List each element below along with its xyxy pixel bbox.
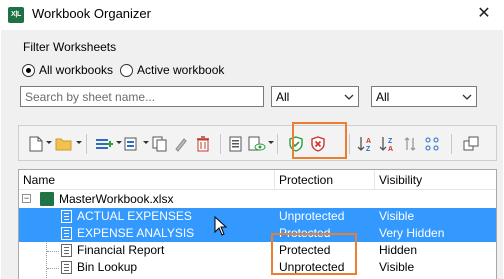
rename-icon[interactable]	[170, 126, 192, 162]
column-header-visibility[interactable]: Visibility	[375, 170, 422, 190]
column-header-name[interactable]: Name	[19, 170, 55, 190]
svg-text:A: A	[388, 146, 393, 153]
protection-tools-highlight	[292, 122, 347, 159]
chevron-down-icon	[462, 94, 472, 100]
delete-icon[interactable]	[192, 126, 214, 162]
window-title: Workbook Organizer	[32, 6, 151, 21]
select-value: All	[276, 89, 290, 104]
radio-label: Active workbook	[137, 63, 225, 77]
svg-text:A: A	[366, 138, 371, 145]
radio-indicator[interactable]	[22, 63, 35, 77]
sheet-visibility: Visible	[379, 209, 415, 223]
workbook-icon	[40, 192, 54, 206]
toolbar-separator	[277, 134, 278, 154]
new-sheet-dropdown[interactable]	[46, 141, 52, 144]
worksheet-icon	[61, 244, 72, 257]
shuffle-icon[interactable]	[421, 126, 443, 162]
sort-za-icon[interactable]: ZA	[377, 126, 399, 162]
switch-window-icon[interactable]	[460, 126, 482, 162]
workbook-row[interactable]: − MasterWorkbook.xlsx	[19, 191, 496, 208]
window-client: Filter Worksheets All workbooks Active w…	[1, 30, 503, 279]
table-row[interactable]: Financial Report Protected Hidden	[19, 242, 496, 259]
insert-sheets-icon[interactable]	[93, 126, 115, 162]
workbook-name: MasterWorkbook.xlsx	[59, 192, 174, 206]
toolbar-separator	[86, 134, 87, 154]
excel-icon: X|L	[8, 7, 24, 23]
close-button[interactable]: ✕	[472, 4, 496, 24]
sheet-visibility: Visible	[379, 260, 415, 274]
worksheet-icon	[61, 261, 72, 274]
select-value: All	[376, 89, 390, 104]
radio-active-workbook[interactable]: Active workbook	[120, 62, 224, 78]
open-folder-icon[interactable]	[53, 126, 75, 162]
worksheet-grid: Name Protection Visibility − MasterWorkb…	[18, 169, 497, 279]
mouse-pointer-icon	[214, 216, 228, 236]
table-row[interactable]: EXPENSE ANALYSIS Protected Very Hidden	[19, 225, 496, 242]
sheet-name: EXPENSE ANALYSIS	[77, 226, 195, 240]
reverse-icon[interactable]	[399, 126, 421, 162]
chevron-down-icon	[344, 94, 354, 100]
duplicate-icon[interactable]	[149, 126, 171, 162]
column-header-protection[interactable]: Protection	[275, 170, 333, 190]
radio-all-workbooks[interactable]: All workbooks	[22, 62, 113, 78]
title-bar: X|L Workbook Organizer ✕	[0, 0, 504, 30]
svg-text:Z: Z	[366, 146, 371, 153]
print-preview-icon[interactable]	[226, 126, 248, 162]
sort-az-icon[interactable]: AZ	[355, 126, 377, 162]
radio-label: All workbooks	[39, 63, 114, 77]
protection-filter-select[interactable]: All	[271, 86, 359, 107]
protection-status-highlight	[271, 233, 357, 275]
new-sheet-icon[interactable]	[25, 126, 47, 162]
sheet-visibility: Hidden	[379, 243, 418, 257]
toolbar: AZ ZA	[18, 122, 497, 162]
table-row[interactable]: ACTUAL EXPENSES Unprotected Visible	[19, 208, 496, 225]
table-row[interactable]: Bin Lookup Unprotected Visible	[19, 259, 496, 276]
copy-move-icon[interactable]	[121, 126, 143, 162]
visibility-icon[interactable]	[246, 126, 268, 162]
sheet-visibility: Very Hidden	[379, 226, 445, 240]
sheet-name: Bin Lookup	[77, 260, 138, 274]
radio-indicator[interactable]	[120, 63, 133, 77]
visibility-dropdown[interactable]	[268, 141, 274, 144]
svg-text:Z: Z	[388, 138, 393, 145]
visibility-filter-select[interactable]: All	[371, 86, 477, 107]
toolbar-separator	[349, 134, 350, 154]
collapse-icon[interactable]: −	[22, 194, 31, 203]
sheet-protection: Unprotected	[279, 209, 345, 223]
grid-header: Name Protection Visibility	[19, 170, 496, 190]
toolbar-separator	[451, 134, 452, 154]
filter-section-title: Filter Worksheets	[23, 40, 117, 54]
worksheet-icon	[61, 227, 72, 240]
sheet-name: Financial Report	[77, 243, 165, 257]
toolbar-separator	[220, 134, 221, 154]
open-dropdown[interactable]	[76, 141, 82, 144]
worksheet-icon	[61, 210, 72, 223]
sheet-name: ACTUAL EXPENSES	[77, 209, 192, 223]
search-input[interactable]	[20, 86, 264, 107]
